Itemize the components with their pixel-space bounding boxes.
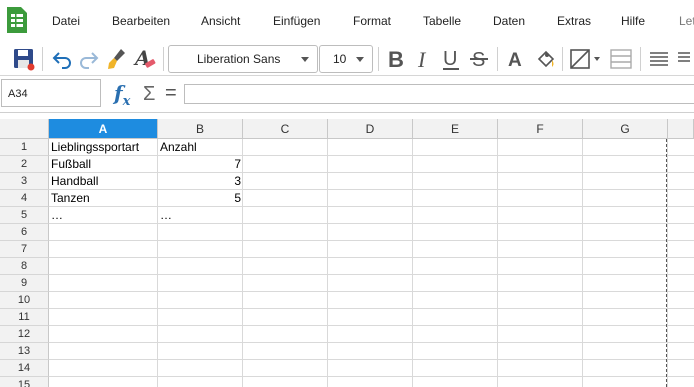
cell-a3[interactable]: Handball	[49, 173, 158, 190]
column-header-e[interactable]: E	[413, 119, 498, 139]
cell-b4[interactable]: 5	[158, 190, 243, 207]
menu-tabelle[interactable]: Tabelle	[423, 14, 461, 28]
strikethrough-icon[interactable]: S	[467, 46, 491, 72]
font-name-value: Liberation Sans	[197, 52, 281, 66]
highlight-icon[interactable]	[531, 46, 559, 72]
redo-icon[interactable]	[76, 46, 102, 72]
underline-icon[interactable]: U	[439, 46, 463, 72]
font-size-value: 10	[333, 52, 347, 66]
row-header-3[interactable]: 3	[0, 173, 49, 190]
cell-a4[interactable]: Tanzen	[49, 190, 158, 207]
clear-formatting-icon[interactable]: A	[131, 46, 159, 72]
spreadsheet-window: Datei Bearbeiten Ansicht Einfügen Format…	[0, 0, 694, 387]
row-header-1[interactable]: 1	[0, 139, 49, 156]
menu-bearbeiten[interactable]: Bearbeiten	[112, 14, 170, 28]
column-header-f[interactable]: F	[498, 119, 583, 139]
row-header-10[interactable]: 10	[0, 292, 49, 309]
page-break-line	[666, 139, 667, 387]
function-wizard-icon[interactable]: fx	[114, 81, 130, 109]
column-header-d[interactable]: D	[328, 119, 413, 139]
svg-text:B: B	[388, 47, 404, 71]
menu-datei[interactable]: Datei	[52, 14, 80, 28]
row-header-14[interactable]: 14	[0, 360, 49, 377]
svg-text:I: I	[417, 47, 427, 71]
svg-text:A: A	[508, 50, 522, 71]
cell-a2[interactable]: Fußball	[49, 156, 158, 173]
row-header-12[interactable]: 12	[0, 326, 49, 343]
row-header-11[interactable]: 11	[0, 309, 49, 326]
sum-icon[interactable]: Σ	[143, 83, 155, 106]
menu-format[interactable]: Format	[353, 14, 391, 28]
row-header-4[interactable]: 4	[0, 190, 49, 207]
clone-formatting-icon[interactable]	[104, 46, 130, 72]
font-name-select[interactable]: Liberation Sans	[168, 45, 318, 73]
row-header-7[interactable]: 7	[0, 241, 49, 258]
name-box-value: A34	[8, 88, 28, 100]
cell-a5[interactable]: …	[49, 207, 158, 224]
font-size-select[interactable]: 10	[319, 45, 373, 73]
merge-cells-icon[interactable]	[606, 46, 636, 72]
menu-hilfe[interactable]: Hilfe	[621, 14, 645, 28]
borders-icon[interactable]	[566, 46, 602, 72]
select-all-corner[interactable]	[0, 119, 49, 139]
cell-b1[interactable]: Anzahl	[158, 139, 243, 156]
italic-icon[interactable]: I	[412, 46, 434, 72]
menu-bar: Datei Bearbeiten Ansicht Einfügen Format…	[0, 0, 694, 42]
formula-icon[interactable]: =	[165, 82, 177, 105]
row-header-15[interactable]: 15	[0, 377, 49, 387]
column-header-h[interactable]	[668, 119, 694, 139]
bold-icon[interactable]: B	[384, 46, 408, 72]
sheet-grid: Lieblingssportart Anzahl Fußball 7 Handball 3…	[0, 119, 694, 387]
row-header-8[interactable]: 8	[0, 258, 49, 275]
align-icon[interactable]	[646, 46, 672, 72]
name-box[interactable]: A34	[1, 79, 101, 107]
row-header-2[interactable]: 2	[0, 156, 49, 173]
row-header-5[interactable]: 5	[0, 207, 49, 224]
formula-input[interactable]	[184, 84, 694, 104]
undo-icon[interactable]	[48, 46, 76, 72]
menu-extras[interactable]: Extras	[557, 14, 591, 28]
cell-area[interactable]: Lieblingssportart Anzahl Fußball 7 Handball 3…	[49, 139, 694, 387]
column-header-c[interactable]: C	[243, 119, 328, 139]
chevron-down-icon	[301, 57, 309, 62]
align-dropdown-icon[interactable]	[674, 46, 694, 72]
text-shadow-icon[interactable]: A	[503, 46, 529, 72]
cell-b3[interactable]: 3	[158, 173, 243, 190]
cell-b2[interactable]: 7	[158, 156, 243, 173]
column-header-a[interactable]: A	[49, 119, 158, 139]
row-header-6[interactable]: 6	[0, 224, 49, 241]
cell-a1[interactable]: Lieblingssportart	[49, 139, 158, 156]
menu-daten[interactable]: Daten	[493, 14, 525, 28]
calc-logo-icon	[5, 6, 29, 34]
menu-ansicht[interactable]: Ansicht	[201, 14, 240, 28]
chevron-down-icon	[356, 57, 364, 62]
menu-einfuegen[interactable]: Einfügen	[273, 14, 320, 28]
svg-text:U: U	[443, 48, 457, 70]
formula-bar: A34 fx Σ =	[0, 77, 694, 113]
row-header-9[interactable]: 9	[0, 275, 49, 292]
column-header-b[interactable]: B	[158, 119, 243, 139]
menu-letzte[interactable]: Let	[679, 14, 694, 28]
cell-b5[interactable]: …	[158, 207, 243, 224]
row-header-13[interactable]: 13	[0, 343, 49, 360]
column-header-g[interactable]: G	[583, 119, 668, 139]
save-icon[interactable]	[10, 46, 38, 72]
